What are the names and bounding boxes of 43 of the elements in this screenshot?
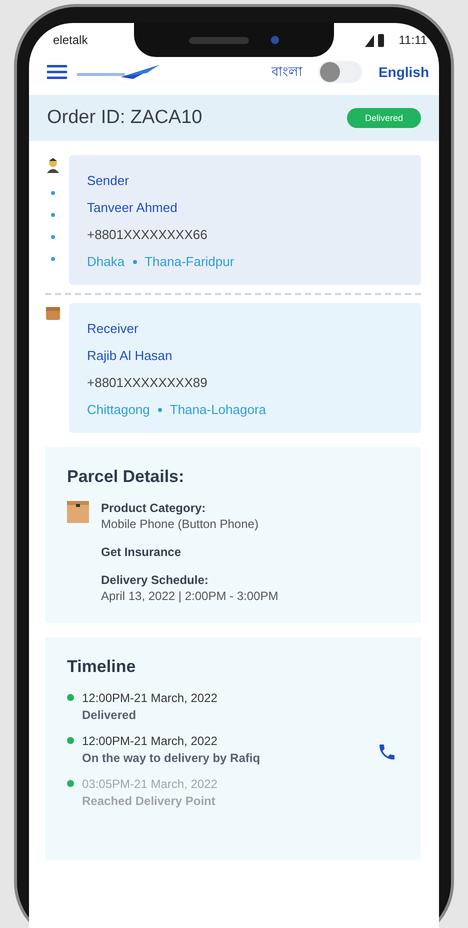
clock-time: 11:11 — [398, 33, 427, 47]
contact-role: Receiver — [87, 321, 138, 336]
city-name: Dhaka — [87, 254, 125, 269]
paper-plane-logo-icon — [77, 63, 159, 81]
route-dot — [51, 213, 55, 217]
contact-name: Tanveer Ahmed — [87, 200, 178, 215]
timeline-status: Reached Delivery Point — [82, 794, 216, 808]
area-name: Thana-Lohagora — [170, 402, 266, 417]
field-label: Product Category: — [101, 501, 206, 515]
area-name: Thana-Faridpur — [144, 254, 234, 269]
section-title: Timeline — [67, 657, 136, 677]
section-title: Parcel Details: — [67, 467, 184, 487]
contact-name: Rajib Al Hasan — [87, 348, 172, 363]
order-id: Order ID: ZACA10 — [47, 107, 202, 129]
status-badge: Delivered — [346, 108, 421, 128]
phone-number: +8801XXXXXXXX66 — [87, 227, 208, 242]
city-name: Chittagong — [87, 402, 150, 417]
language-option[interactable]: বাংলা — [271, 62, 302, 82]
route-dot — [51, 191, 55, 195]
carrier-name: eletalk — [53, 33, 88, 47]
route-dot — [51, 235, 55, 239]
timeline-time: 12:00PM-21 March, 2022 — [82, 734, 218, 748]
separator-dot — [132, 260, 137, 264]
field-value: April 13, 2022 | 2:00PM - 3:00PM — [101, 589, 278, 603]
route-dot — [51, 257, 55, 261]
separator-dot — [158, 408, 162, 412]
box-icon — [45, 305, 61, 321]
timeline-time: 03:05PM-21 March, 2022 — [82, 777, 218, 791]
menu-icon[interactable] — [47, 65, 67, 79]
field-label: Delivery Schedule: — [101, 573, 208, 587]
phone-call-icon[interactable] — [377, 742, 397, 762]
box-icon — [67, 501, 89, 523]
timeline-status: Delivered — [82, 708, 136, 722]
contact-role: Sender — [87, 173, 129, 188]
person-icon — [45, 157, 61, 173]
signal-battery-icon — [364, 33, 387, 47]
timeline-time: 12:00PM-21 March, 2022 — [82, 691, 218, 705]
insurance-label: Get Insurance — [101, 545, 182, 559]
field-value: Mobile Phone (Button Phone) — [101, 517, 258, 531]
timeline-status: On the way to delivery by Rafiq — [82, 751, 260, 765]
phone-number: +8801XXXXXXXX89 — [87, 375, 208, 390]
language-option[interactable]: English — [378, 64, 429, 80]
language-toggle[interactable] — [318, 61, 362, 83]
